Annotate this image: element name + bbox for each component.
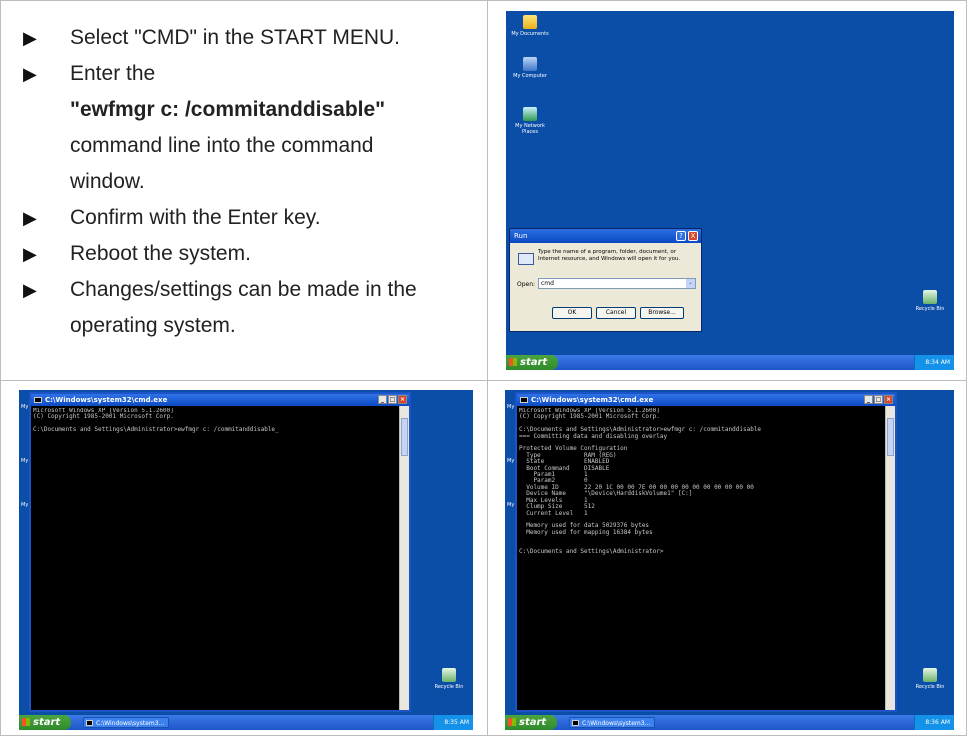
start-label: start xyxy=(520,357,548,368)
desktop-icon-recycle-bin[interactable]: Recycle Bin xyxy=(908,668,952,690)
run-description: Type the name of a program, folder, docu… xyxy=(538,249,681,262)
scrollbar-thumb[interactable] xyxy=(887,418,894,456)
scrollbar-thumb[interactable] xyxy=(401,418,408,456)
step-text: Reboot the system. xyxy=(70,242,251,265)
command-text: "ewfmgr c: /commitanddisable" xyxy=(70,98,386,121)
network-icon xyxy=(523,107,537,121)
close-button[interactable]: × xyxy=(884,395,893,404)
step-text: Confirm with the Enter key. xyxy=(70,206,321,229)
bullet-arrow-icon: ▶ xyxy=(23,208,37,228)
open-input[interactable]: cmd ⌄ xyxy=(538,278,696,289)
step-text-line: Changes/settings can be made in the xyxy=(70,278,417,301)
desktop-edge-label: My xyxy=(507,502,515,508)
step-text-line: window. xyxy=(70,170,145,193)
start-label: start xyxy=(33,717,61,728)
taskbar-item-cmd[interactable]: C:\Windows\system3... xyxy=(569,717,655,728)
step-reboot: ▶ Reboot the system. xyxy=(23,236,463,272)
step-changes: ▶ Changes/settings can be made in the op… xyxy=(23,272,463,344)
desktop-icon-label: Recycle Bin xyxy=(915,684,945,690)
desktop-icon-label: My Computer xyxy=(513,73,547,79)
browse-button[interactable]: Browse... xyxy=(640,307,684,319)
desktop-edge-label: My xyxy=(21,458,29,464)
cmd-window: C:\Windows\system32\cmd.exe _ □ × Micros… xyxy=(29,392,411,712)
step-enter-command: ▶ Enter the "ewfmgr c: /commitanddisable… xyxy=(23,56,463,200)
taskbar: start C:\Windows\system3... 8:35 AM xyxy=(19,715,473,730)
cmd-title: C:\Windows\system32\cmd.exe xyxy=(531,396,654,404)
minimize-button[interactable]: _ xyxy=(864,395,873,404)
taskbar: start C:\Windows\system3... 8:36 AM xyxy=(505,715,954,730)
windows-logo-icon xyxy=(22,718,30,726)
close-button[interactable]: × xyxy=(398,395,407,404)
xp-desktop-cmd-output: My My My Recycle Bin C:\Windows\system32… xyxy=(505,390,954,730)
cmd-titlebar[interactable]: C:\Windows\system32\cmd.exe _ □ × xyxy=(517,394,895,406)
folder-icon xyxy=(523,15,537,29)
maximize-button[interactable]: □ xyxy=(388,395,397,404)
step-text-line: command line into the command xyxy=(70,134,374,157)
run-dialog-titlebar[interactable]: Run ? X xyxy=(510,229,701,243)
scrollbar[interactable] xyxy=(399,406,409,710)
help-button[interactable]: ? xyxy=(676,231,686,241)
recycle-bin-icon xyxy=(923,668,937,682)
desktop-icon-recycle-bin[interactable]: Recycle Bin xyxy=(908,290,952,312)
cancel-button[interactable]: Cancel xyxy=(596,307,636,319)
cmd-title: C:\Windows\system32\cmd.exe xyxy=(45,396,168,404)
cmd-output[interactable]: Microsoft Windows XP [Version 5.1.2600] … xyxy=(519,408,883,708)
desktop-icon-my-computer[interactable]: My Computer xyxy=(508,57,552,79)
bullet-arrow-icon: ▶ xyxy=(23,64,37,84)
system-tray-clock[interactable]: 8:36 AM xyxy=(914,715,954,730)
desktop-edge-label: My xyxy=(21,404,29,410)
start-button[interactable]: start xyxy=(506,355,558,370)
open-label: Open: xyxy=(517,281,536,288)
maximize-button[interactable]: □ xyxy=(874,395,883,404)
desktop-icon-label: My Network Places xyxy=(515,123,545,135)
minimize-button[interactable]: _ xyxy=(378,395,387,404)
recycle-bin-icon xyxy=(442,668,456,682)
step-text-line: operating system. xyxy=(70,314,236,337)
desktop-icon-label: Recycle Bin xyxy=(434,684,464,690)
start-button[interactable]: start xyxy=(505,715,557,730)
step-confirm-enter: ▶ Confirm with the Enter key. xyxy=(23,200,463,236)
desktop-icon-label: My Documents xyxy=(511,31,549,37)
xp-desktop-cmd-typed: My My My Recycle Bin C:\Windows\system32… xyxy=(19,390,473,730)
ok-button[interactable]: OK xyxy=(552,307,592,319)
dropdown-arrow-icon[interactable]: ⌄ xyxy=(686,279,695,288)
desktop-edge-label: My xyxy=(507,404,515,410)
start-button[interactable]: start xyxy=(19,715,71,730)
computer-icon xyxy=(523,57,537,71)
instruction-list: ▶ Select "CMD" in the START MENU. ▶ Ente… xyxy=(23,20,463,344)
cmd-window: C:\Windows\system32\cmd.exe _ □ × Micros… xyxy=(515,392,897,712)
desktop-icon-label: Recycle Bin xyxy=(915,306,945,312)
open-input-value: cmd xyxy=(541,280,554,287)
bullet-arrow-icon: ▶ xyxy=(23,244,37,264)
xp-desktop-run: My Documents My Computer My Network Plac… xyxy=(506,11,954,370)
windows-logo-icon xyxy=(508,718,516,726)
bullet-arrow-icon: ▶ xyxy=(23,28,37,48)
desktop-icon-my-documents[interactable]: My Documents xyxy=(508,15,552,37)
step-text-line: Enter the xyxy=(70,62,156,85)
system-tray-clock[interactable]: 8:34 AM xyxy=(914,355,954,370)
close-button[interactable]: X xyxy=(688,231,698,241)
windows-logo-icon xyxy=(509,358,517,366)
start-label: start xyxy=(519,717,547,728)
run-program-icon xyxy=(518,253,534,265)
taskbar: start 8:34 AM xyxy=(506,355,954,370)
cmd-titlebar[interactable]: C:\Windows\system32\cmd.exe _ □ × xyxy=(31,394,409,406)
run-dialog: Run ? X Type the name of a program, fold… xyxy=(509,228,702,332)
system-tray-clock[interactable]: 8:35 AM xyxy=(433,715,473,730)
cmd-output[interactable]: Microsoft Windows XP [Version 5.1.2600] … xyxy=(33,408,397,708)
desktop-edge-label: My xyxy=(507,458,515,464)
recycle-bin-icon xyxy=(923,290,937,304)
step-select-cmd: ▶ Select "CMD" in the START MENU. xyxy=(23,20,463,56)
desktop-icon-my-network-places[interactable]: My Network Places xyxy=(508,107,552,135)
desktop-icon-recycle-bin[interactable]: Recycle Bin xyxy=(427,668,471,690)
desktop-edge-label: My xyxy=(21,502,29,508)
bullet-arrow-icon: ▶ xyxy=(23,280,37,300)
scrollbar[interactable] xyxy=(885,406,895,710)
run-dialog-title: Run xyxy=(514,232,528,240)
step-text: Select "CMD" in the START MENU. xyxy=(70,26,400,49)
taskbar-item-cmd[interactable]: C:\Windows\system3... xyxy=(83,717,169,728)
